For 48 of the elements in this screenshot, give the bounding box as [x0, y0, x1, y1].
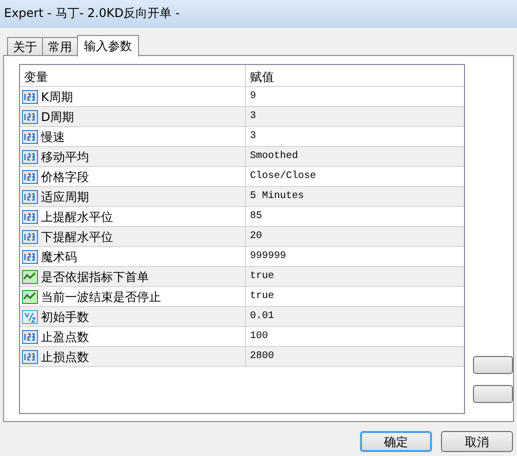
tab[interactable]: 常用	[42, 37, 78, 56]
integer-icon	[22, 210, 38, 224]
integer-icon	[22, 110, 38, 124]
parameter-name: 是否依据指标下首单	[41, 268, 149, 286]
parameter-name: 价格字段	[41, 168, 89, 186]
window-title: Expert - 马丁- 2.0KD反向开单 -	[0, 0, 517, 28]
parameter-value[interactable]: 5 Minutes	[246, 187, 464, 206]
integer-icon	[22, 90, 38, 104]
parameter-value[interactable]: 3	[246, 107, 464, 126]
fraction-icon	[22, 310, 38, 324]
parameter-name: 当前一波结束是否停止	[41, 288, 161, 306]
integer-icon	[22, 350, 38, 364]
dialog-button[interactable]: 确定	[360, 431, 432, 452]
parameter-value[interactable]: true	[246, 287, 464, 306]
parameter-value[interactable]: 20	[246, 227, 464, 246]
parameter-value[interactable]: 85	[246, 207, 464, 226]
dialog-button[interactable]: 取消	[441, 431, 513, 452]
parameter-value[interactable]: true	[246, 267, 464, 286]
parameter-name: K周期	[41, 88, 73, 106]
side-button[interactable]	[473, 356, 513, 374]
parameter-name: 适应周期	[41, 188, 89, 206]
integer-icon	[22, 150, 38, 164]
parameter-name: 止损点数	[41, 348, 89, 366]
parameter-name: 慢速	[41, 128, 65, 146]
integer-icon	[22, 230, 38, 244]
parameter-value[interactable]: 0.01	[246, 307, 464, 326]
parameter-name: D周期	[41, 108, 74, 126]
parameter-name: 移动平均	[41, 148, 89, 166]
tab[interactable]: 关于	[7, 37, 43, 56]
parameter-name: 魔术码	[41, 248, 77, 266]
integer-icon	[22, 170, 38, 184]
parameter-name: 止盈点数	[41, 328, 89, 346]
integer-icon	[22, 250, 38, 264]
parameter-value[interactable]: Smoothed	[246, 147, 464, 166]
parameter-name: 下提醒水平位	[41, 228, 113, 246]
parameter-value[interactable]: 999999	[246, 247, 464, 266]
parameter-value[interactable]: 2800	[246, 347, 464, 366]
parameter-value[interactable]: 100	[246, 327, 464, 346]
integer-icon	[22, 330, 38, 344]
side-button[interactable]	[473, 385, 513, 403]
parameter-value[interactable]: Close/Close	[246, 167, 464, 186]
parameter-name: 初始手数	[41, 308, 89, 326]
parameter-value[interactable]: 9	[246, 87, 464, 106]
parameter-value[interactable]: 3	[246, 127, 464, 146]
tab[interactable]: 输入参数	[77, 35, 139, 57]
parameter-name: 上提醒水平位	[41, 208, 113, 226]
integer-icon	[22, 130, 38, 144]
integer-icon	[22, 190, 38, 204]
